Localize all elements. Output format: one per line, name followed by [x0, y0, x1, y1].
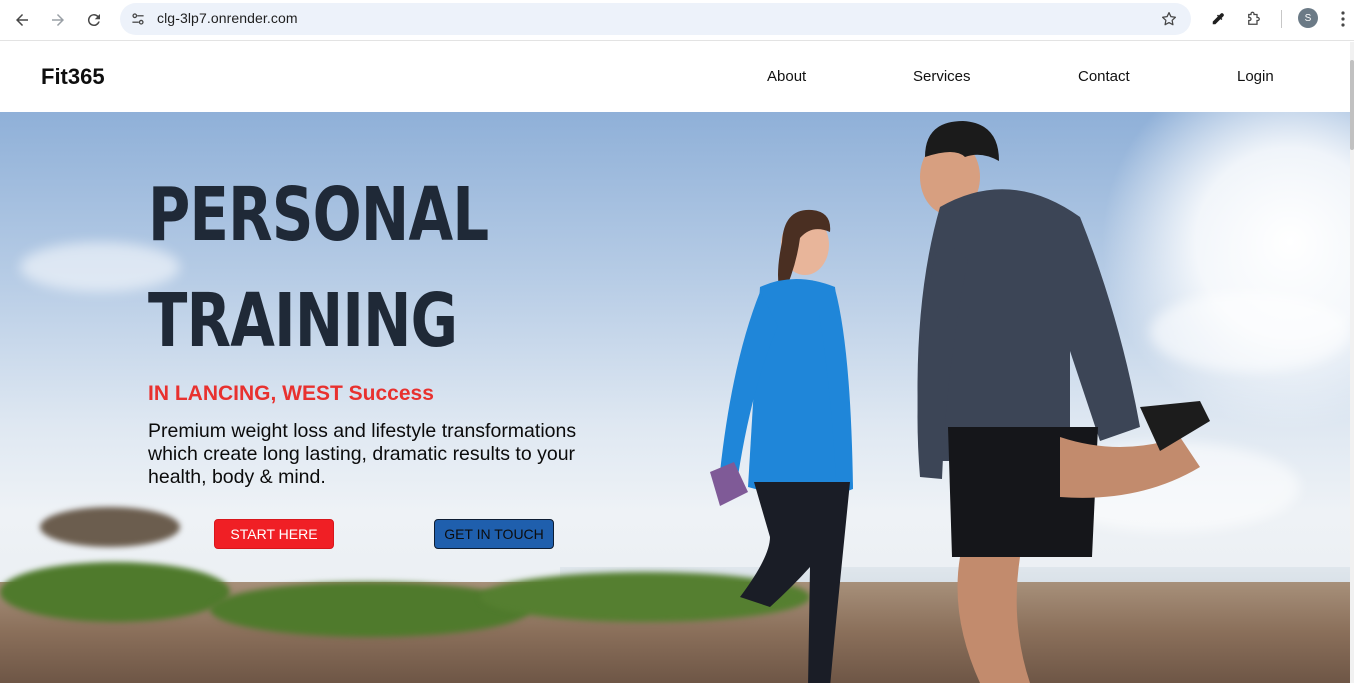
nav-link-login[interactable]: Login [1237, 68, 1274, 85]
hero-woman-figure [710, 209, 853, 683]
nav-link-services[interactable]: Services [913, 68, 971, 85]
hero-section: PERSONAL TRAINING IN LANCING, WEST Succe… [0, 112, 1350, 683]
hero-man-figure [917, 121, 1210, 683]
address-bar[interactable]: clg-3lp7.onrender.com [120, 3, 1191, 35]
profile-avatar[interactable]: S [1298, 8, 1318, 28]
browser-toolbar: clg-3lp7.onrender.com S [0, 0, 1354, 41]
bookmark-star-icon[interactable] [1159, 9, 1179, 29]
hero-rock [40, 507, 180, 547]
forward-arrow-icon[interactable] [44, 6, 72, 34]
hero-description: Premium weight loss and lifestyle transf… [148, 420, 577, 488]
hero-title-line1: PERSONAL [148, 172, 489, 258]
toolbar-divider [1281, 10, 1282, 28]
site-header: Fit365 About Services Contact Login [0, 42, 1350, 112]
url-text[interactable]: clg-3lp7.onrender.com [157, 10, 298, 26]
back-arrow-icon[interactable] [8, 6, 36, 34]
hero-grass [0, 562, 230, 622]
hero-subtitle: IN LANCING, WEST Success [148, 382, 434, 405]
kebab-menu-icon[interactable] [1333, 8, 1353, 30]
extensions-puzzle-icon[interactable] [1242, 7, 1266, 31]
nav-link-about[interactable]: About [767, 68, 806, 85]
hero-title-line2: TRAINING [148, 278, 458, 364]
hero-grass [210, 582, 530, 637]
site-logo[interactable]: Fit365 [41, 64, 105, 90]
reload-icon[interactable] [80, 6, 108, 34]
eyedropper-icon[interactable] [1206, 7, 1230, 31]
get-in-touch-button[interactable]: GET IN TOUCH [434, 519, 554, 549]
nav-link-contact[interactable]: Contact [1078, 68, 1130, 85]
page-viewport: Fit365 About Services Contact Login PERS… [0, 42, 1354, 683]
page-scrollbar-thumb[interactable] [1350, 60, 1354, 150]
site-info-icon[interactable] [128, 9, 148, 29]
start-here-button[interactable]: START HERE [214, 519, 334, 549]
